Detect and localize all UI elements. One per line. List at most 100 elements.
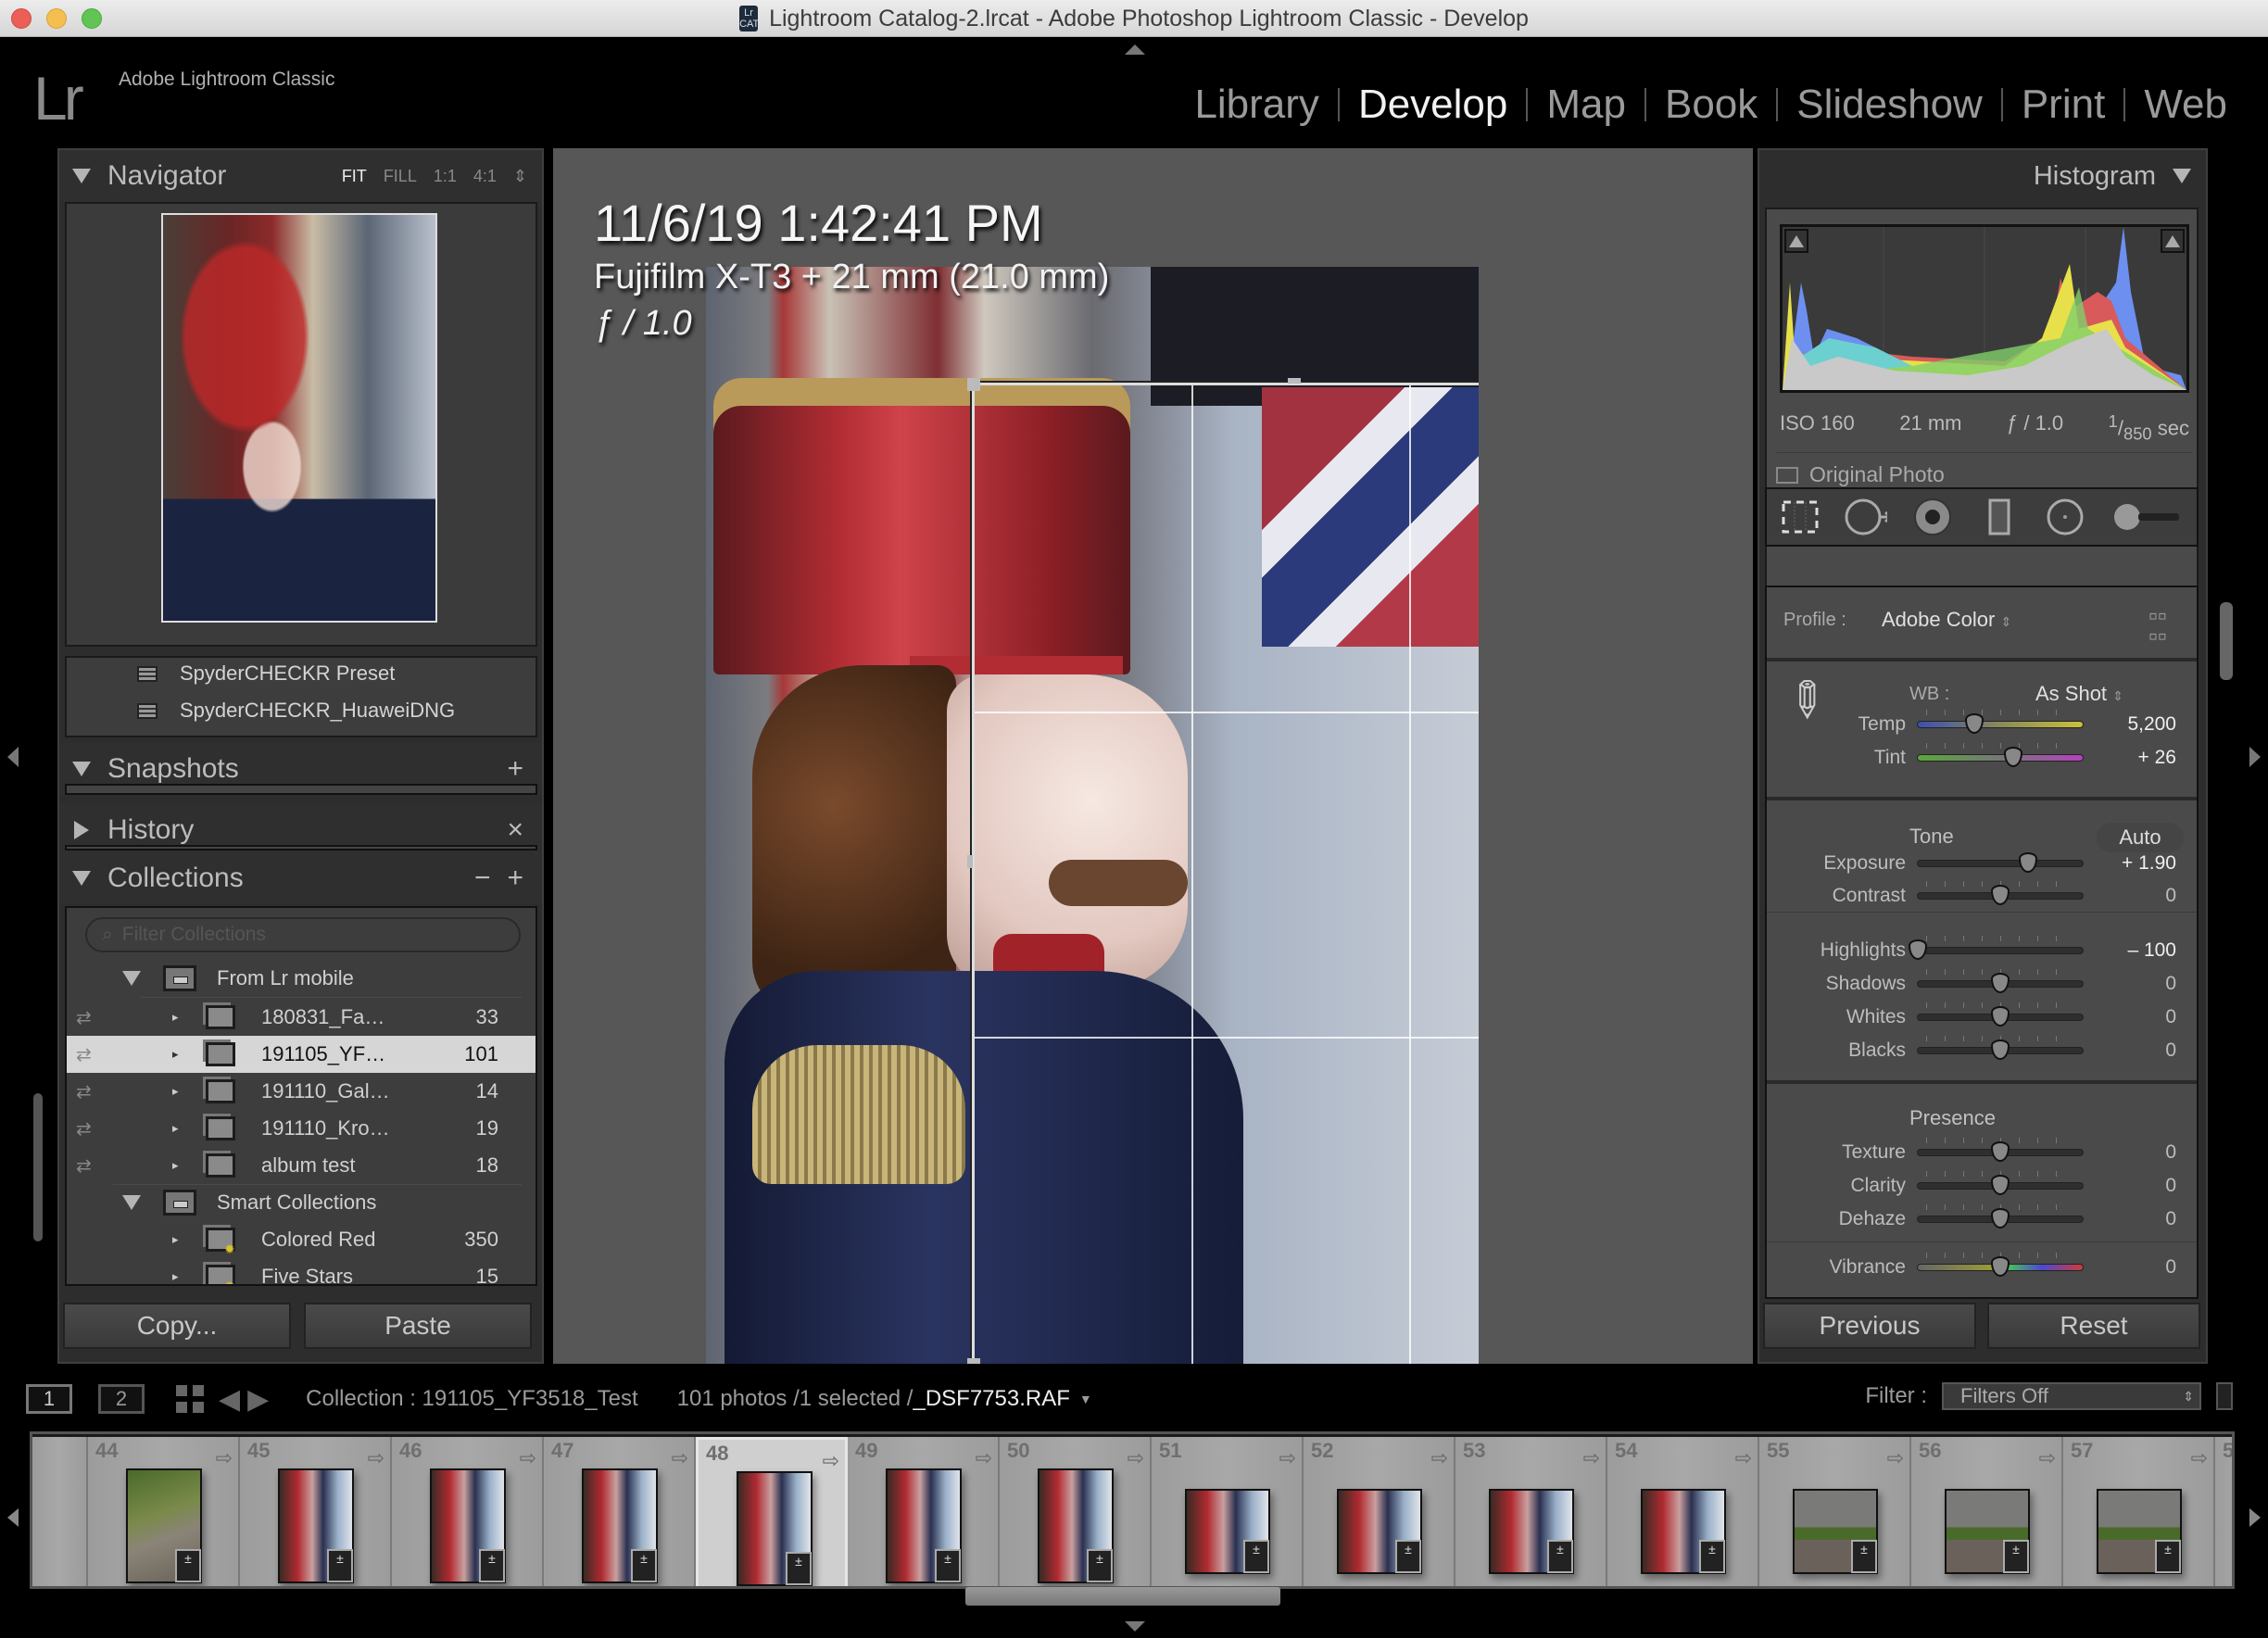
navigator-preview[interactable] xyxy=(65,202,537,647)
remove-collection-button[interactable]: − xyxy=(474,863,491,894)
filmstrip-cell[interactable]: 58 xyxy=(2215,1437,2232,1586)
radial-filter-tool[interactable] xyxy=(2044,496,2086,538)
filmstrip-scroll-right-icon[interactable] xyxy=(2249,1508,2261,1527)
clarity-value[interactable]: 0 xyxy=(2102,1175,2176,1197)
shadows-slider-thumb[interactable] xyxy=(1991,973,2010,993)
primary-view-button[interactable]: 1 xyxy=(26,1384,72,1414)
right-panel-toggle-icon[interactable] xyxy=(2249,747,2261,767)
navigator-thumbnail[interactable] xyxy=(161,213,437,623)
flag-icon[interactable]: ⇨ xyxy=(368,1446,384,1470)
whites-value[interactable]: 0 xyxy=(2102,1006,2176,1028)
module-print[interactable]: Print xyxy=(2003,82,2123,128)
flag-icon[interactable]: ⇨ xyxy=(672,1446,688,1470)
module-map[interactable]: Map xyxy=(1528,82,1644,128)
left-panel-toggle-icon[interactable] xyxy=(7,747,19,767)
preset-item[interactable]: SpyderCHECKR Preset xyxy=(137,662,395,686)
flag-icon[interactable]: ⇨ xyxy=(823,1449,839,1473)
photo-thumbnail[interactable]: ± xyxy=(126,1468,202,1583)
contrast-slider[interactable] xyxy=(1917,885,2084,905)
smart-collection-item[interactable]: ▸ ✹ Five Stars 15 xyxy=(67,1258,536,1284)
flag-icon[interactable]: ⇨ xyxy=(1279,1446,1296,1470)
profile-browser-grid-icon[interactable]: ▫▫ ▫▫ xyxy=(2148,603,2167,649)
filter-select[interactable]: Filters Off ⇕ xyxy=(1942,1382,2201,1410)
photo-thumbnail[interactable]: ± xyxy=(737,1471,813,1586)
photo-thumbnail[interactable]: ± xyxy=(1945,1489,2030,1574)
filmstrip-scrollbar[interactable] xyxy=(965,1587,1280,1606)
red-eye-tool[interactable] xyxy=(1911,496,1954,538)
filmstrip-cell[interactable]: 55 ⇨ ± xyxy=(1759,1437,1911,1586)
module-slideshow[interactable]: Slideshow xyxy=(1778,82,2001,128)
zoom-ratio-stepper-icon[interactable]: ⇕ xyxy=(513,167,527,186)
photo-thumbnail[interactable]: ± xyxy=(1185,1489,1270,1574)
vibrance-slider[interactable] xyxy=(1917,1256,2084,1277)
zoom-4-1[interactable]: 4:1 xyxy=(473,167,497,186)
collapse-triangle-icon[interactable] xyxy=(122,971,141,986)
module-book[interactable]: Book xyxy=(1646,82,1776,128)
flag-icon[interactable]: ⇨ xyxy=(1887,1446,1904,1470)
vibrance-value[interactable]: 0 xyxy=(2102,1256,2176,1279)
tint-value[interactable]: + 26 xyxy=(2102,747,2176,769)
crop-handle-top-left[interactable] xyxy=(967,378,980,391)
collection-item[interactable]: ⇄ ▸ album test 18 xyxy=(67,1147,536,1184)
spot-removal-tool[interactable] xyxy=(1845,496,1888,538)
exposure-slider-thumb[interactable] xyxy=(2019,852,2038,873)
flag-icon[interactable]: ⇨ xyxy=(1583,1446,1600,1470)
crop-handle-left[interactable] xyxy=(967,854,973,868)
flag-icon[interactable]: ⇨ xyxy=(976,1446,992,1470)
filmstrip-cell[interactable]: 46 ⇨ ± xyxy=(392,1437,544,1586)
filmstrip-cell-selected[interactable]: 48 ⇨ ± xyxy=(696,1437,848,1586)
add-collection-button[interactable]: + xyxy=(507,863,523,894)
clarity-slider[interactable] xyxy=(1917,1175,2084,1195)
collection-item[interactable]: ⇄ ▸ 180831_Fa… 33 xyxy=(67,999,536,1036)
temp-slider-thumb[interactable] xyxy=(1964,713,1984,734)
collection-set[interactable]: From Lr mobile xyxy=(67,960,536,997)
highlights-value[interactable]: – 100 xyxy=(2102,939,2176,962)
flag-icon[interactable]: ⇨ xyxy=(520,1446,536,1470)
photo-thumbnail[interactable]: ± xyxy=(1793,1489,1878,1574)
filmstrip-cell[interactable]: 47 ⇨ ± xyxy=(544,1437,696,1586)
photo-thumbnail[interactable]: ± xyxy=(582,1468,658,1583)
shadows-slider[interactable] xyxy=(1917,973,2084,993)
filmstrip-cell[interactable]: 54 ⇨ ± xyxy=(1607,1437,1759,1586)
clear-history-button[interactable]: × xyxy=(507,814,523,846)
collapse-triangle-icon[interactable] xyxy=(2173,169,2191,183)
texture-value[interactable]: 0 xyxy=(2102,1141,2176,1164)
exposure-value[interactable]: + 1.90 xyxy=(2102,852,2176,875)
auto-tone-button[interactable]: Auto xyxy=(2097,823,2184,852)
crop-overlay[interactable] xyxy=(967,378,1479,1364)
previous-settings-button[interactable]: Previous xyxy=(1763,1303,1976,1349)
highlights-slider-thumb[interactable] xyxy=(1909,939,1927,960)
filmstrip-cell[interactable]: 45 ⇨ ± xyxy=(240,1437,392,1586)
collection-item[interactable]: ⇄ ▸ 191110_Kro… 19 xyxy=(67,1110,536,1147)
shadow-clipping-icon[interactable] xyxy=(1784,229,1808,253)
selected-filename[interactable]: _DSF7753.RAF xyxy=(913,1386,1069,1412)
top-panel-toggle-icon[interactable] xyxy=(1125,44,1145,55)
contrast-slider-thumb[interactable] xyxy=(1991,885,2010,905)
collection-item-selected[interactable]: ⇄ ▸ 191105_YF… 101 xyxy=(67,1036,536,1073)
paste-settings-button[interactable]: Paste xyxy=(304,1303,532,1349)
zoom-fit[interactable]: FIT xyxy=(342,167,367,186)
vibrance-slider-thumb[interactable] xyxy=(1991,1256,2010,1277)
filmstrip-cell[interactable]: 56 ⇨ ± xyxy=(1911,1437,2063,1586)
zoom-fill[interactable]: FILL xyxy=(384,167,417,186)
profile-select[interactable]: Adobe Color ⇕ xyxy=(1882,608,2011,632)
smart-collection-item[interactable]: ▸ ✹ Colored Red 350 xyxy=(67,1221,536,1258)
filter-lock-toggle[interactable] xyxy=(2216,1382,2233,1410)
image-canvas[interactable]: 11/6/19 1:42:41 PM Fujifilm X-T3 + 21 mm… xyxy=(553,148,1753,1364)
photo-thumbnail[interactable]: ± xyxy=(886,1468,962,1583)
photo-thumbnail[interactable]: ± xyxy=(1337,1489,1422,1574)
module-library[interactable]: Library xyxy=(1176,82,1338,128)
next-photo-arrow-icon[interactable]: ▶ xyxy=(247,1383,269,1416)
filmstrip-cell[interactable]: 53 ⇨ ± xyxy=(1455,1437,1607,1586)
crop-handle-bottom-left[interactable] xyxy=(967,1358,980,1364)
flag-icon[interactable]: ⇨ xyxy=(1431,1446,1448,1470)
photo-thumbnail[interactable]: ± xyxy=(2097,1489,2182,1574)
filmstrip-cell[interactable]: 50 ⇨ ± xyxy=(1000,1437,1152,1586)
histogram-header[interactable]: Histogram xyxy=(1759,150,2206,202)
reset-button[interactable]: Reset xyxy=(1987,1303,2200,1349)
photo-thumbnail[interactable]: ± xyxy=(1641,1489,1726,1574)
tint-slider-thumb[interactable] xyxy=(2004,747,2023,767)
collapse-triangle-icon[interactable] xyxy=(72,169,91,183)
blacks-slider-thumb[interactable] xyxy=(1991,1040,2010,1060)
left-panel-scrollbar[interactable] xyxy=(33,1093,43,1241)
